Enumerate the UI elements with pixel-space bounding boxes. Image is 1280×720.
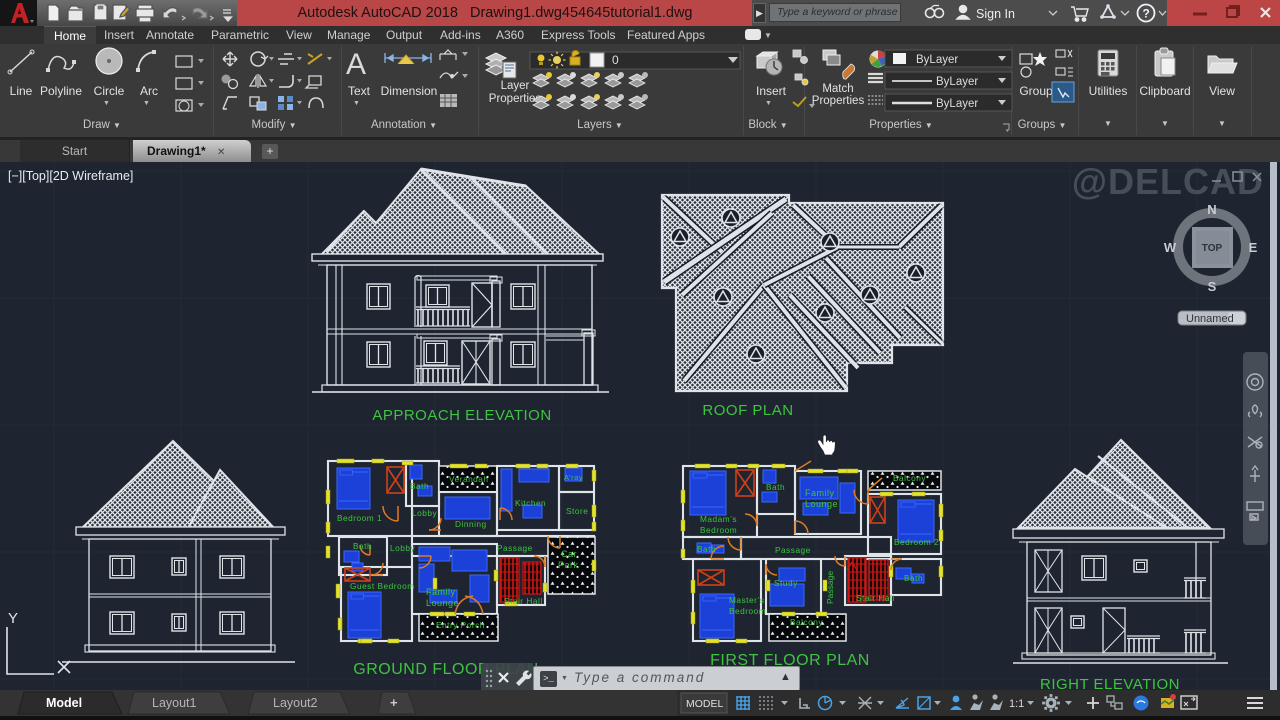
svg-text:Bedroom 1: Bedroom 1 <box>337 513 382 523</box>
svg-text:+: + <box>390 695 398 710</box>
svg-text:Madam’s: Madam’s <box>700 514 737 524</box>
svg-text:Lounge: Lounge <box>805 499 838 509</box>
svg-text:Lobby: Lobby <box>390 543 415 553</box>
svg-text:Verandah: Verandah <box>449 474 489 484</box>
svg-text:W: W <box>1164 240 1177 255</box>
svg-text:Lounge: Lounge <box>426 598 459 608</box>
svg-text:Layout1: Layout1 <box>152 696 197 710</box>
svg-text:Park: Park <box>558 560 579 570</box>
svg-text:1:1: 1:1 <box>1009 698 1024 710</box>
svg-text:A’ray: A’ray <box>564 473 583 482</box>
svg-text:Sign In: Sign In <box>976 7 1015 21</box>
svg-text:Stair Hall: Stair Hall <box>504 596 543 606</box>
svg-text:RIGHT ELEVATION: RIGHT ELEVATION <box>1040 676 1180 690</box>
svg-text:Family: Family <box>426 587 456 597</box>
svg-text:Unnamed: Unnamed <box>1186 313 1234 325</box>
svg-text:Bedroom: Bedroom <box>729 606 766 616</box>
svg-text:Study: Study <box>774 578 798 588</box>
svg-text:Bath: Bath <box>697 544 716 554</box>
svg-text:Y: Y <box>8 610 18 627</box>
svg-text:Entry Porch: Entry Porch <box>436 620 485 630</box>
svg-text:Balcony: Balcony <box>790 617 823 627</box>
svg-text:Dinning: Dinning <box>455 519 487 529</box>
svg-text:Layout2: Layout2 <box>273 696 318 710</box>
svg-text:Bath: Bath <box>353 541 372 551</box>
svg-text:[−][Top][2D Wireframe]: [−][Top][2D Wireframe] <box>8 169 133 183</box>
svg-text:Guest Bedroom: Guest Bedroom <box>350 581 415 591</box>
svg-text:ByLayer: ByLayer <box>916 54 958 66</box>
svg-text:Stair Hall: Stair Hall <box>856 593 895 603</box>
svg-text:Bedroom 2: Bedroom 2 <box>894 537 939 547</box>
svg-text:Master’s: Master’s <box>729 595 765 605</box>
svg-text:MODEL: MODEL <box>686 698 724 710</box>
svg-text:Kitchen: Kitchen <box>515 498 546 508</box>
svg-text:APPROACH ELEVATION: APPROACH ELEVATION <box>372 407 551 424</box>
svg-text:Bath: Bath <box>410 481 429 491</box>
svg-text:Passage: Passage <box>775 545 811 555</box>
svg-text:TOP: TOP <box>1202 243 1223 254</box>
svg-text:Balcony: Balcony <box>893 473 926 483</box>
svg-text:Bath: Bath <box>904 573 923 583</box>
svg-text:Family: Family <box>805 488 835 498</box>
svg-text:Car: Car <box>561 549 577 559</box>
svg-text:Bedroom: Bedroom <box>700 525 737 535</box>
svg-text:?: ? <box>1143 7 1150 21</box>
svg-text:Bath: Bath <box>766 482 785 492</box>
svg-text:N: N <box>1207 202 1216 217</box>
svg-text:Passage: Passage <box>497 543 533 553</box>
svg-text:ByLayer: ByLayer <box>936 98 978 110</box>
svg-text:ROOF PLAN: ROOF PLAN <box>702 402 793 419</box>
svg-text:Store: Store <box>566 506 588 516</box>
svg-text:E: E <box>1249 240 1258 255</box>
svg-text:A: A <box>346 48 366 81</box>
svg-text:Model: Model <box>46 696 82 710</box>
svg-text:Lobby: Lobby <box>412 508 437 518</box>
svg-text:S: S <box>1208 279 1217 294</box>
svg-text:@DELCAD: @DELCAD <box>1072 162 1264 202</box>
svg-text:Passage: Passage <box>825 571 835 604</box>
svg-text:ByLayer: ByLayer <box>936 76 978 88</box>
svg-text:0: 0 <box>612 53 619 67</box>
